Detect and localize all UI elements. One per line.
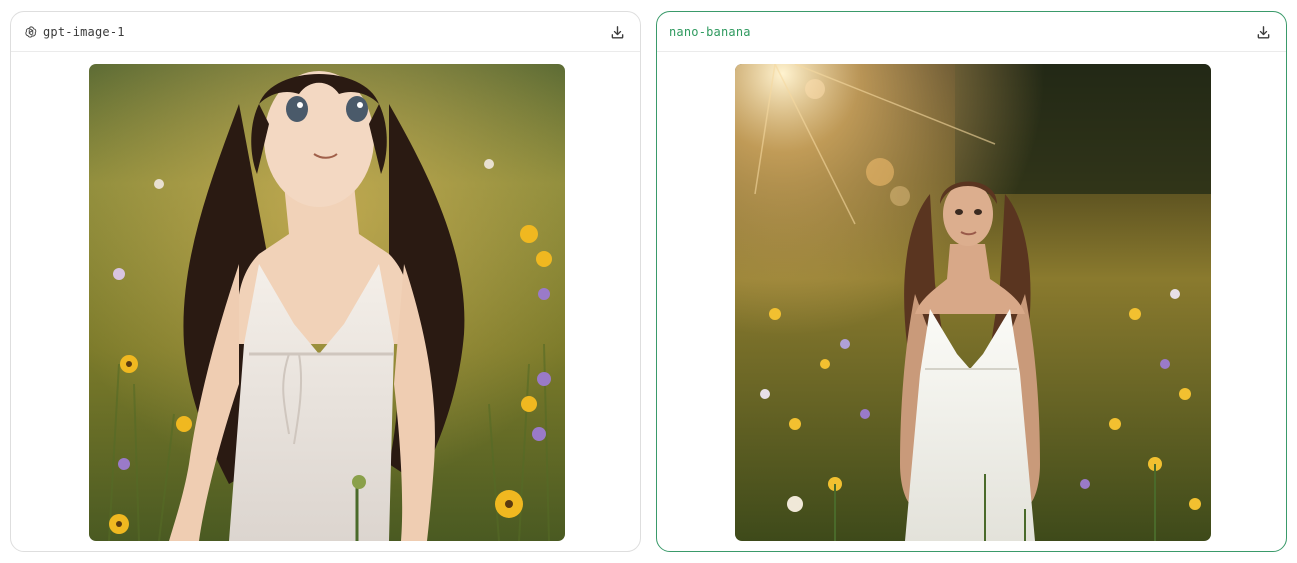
model-name: nano-banana [669,24,751,39]
card-header: gpt-image-1 [11,12,640,52]
generated-image[interactable] [735,64,1211,541]
result-card-nano-banana: nano-banana [656,11,1287,552]
openai-logo-icon [23,24,39,40]
model-name: gpt-image-1 [43,24,125,39]
download-icon[interactable] [608,23,626,41]
card-header: nano-banana [657,12,1286,52]
generated-image[interactable] [89,64,565,541]
download-icon[interactable] [1254,23,1272,41]
result-card-gpt-image-1: gpt-image-1 [10,11,641,552]
